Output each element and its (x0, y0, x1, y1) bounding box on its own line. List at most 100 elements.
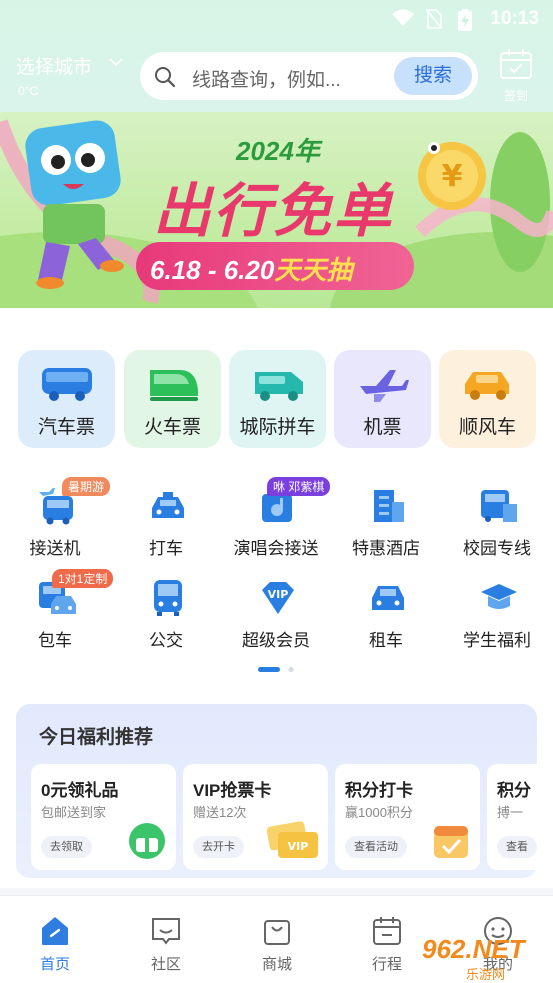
service-train-ticket[interactable]: 火车票 (124, 350, 221, 448)
welfare-card[interactable]: VIP抢票卡 赠送12次 去开卡 VIP (183, 764, 328, 870)
battery-charging-icon (458, 9, 472, 31)
daily-welfare-section: 今日福利推荐 0元领礼品 包邮送到家 去领取 VIP抢票卡 赠送12次 去开卡 … (16, 704, 537, 878)
checkin-label: 签到 (503, 89, 528, 103)
taxi-icon (152, 492, 184, 518)
van-icon (255, 372, 303, 401)
site-watermark: 962.NET 乐游网 (418, 932, 550, 982)
service-label: 公交 (149, 631, 183, 650)
card-subtitle: 包邮送到家 (41, 805, 107, 820)
card-button[interactable]: 去开卡 (193, 836, 244, 858)
service-label: 包车 (38, 631, 72, 650)
gift-icon (129, 823, 165, 859)
card-title: 积分 (497, 781, 531, 800)
service-label: 机票 (363, 417, 402, 438)
train-icon (150, 370, 198, 401)
calendar-check-icon (434, 826, 468, 858)
promo-banner[interactable]: ¥ 2024年 出行免单 6.18 - 6.20天天抽 (0, 112, 553, 308)
card-title: VIP抢票卡 (193, 781, 272, 800)
service-label: 校园专线 (463, 539, 531, 558)
search-input[interactable]: 线路查询，例如... (192, 65, 341, 92)
service-label: 顺风车 (458, 417, 516, 438)
status-bar: 10:13 (0, 0, 553, 36)
search-bar[interactable]: 线路查询，例如... 搜索 (140, 52, 478, 100)
home-icon (42, 917, 68, 945)
top-header: 10:13 选择城市 0°C 线路查询，例如... 搜索 签到 (0, 0, 553, 112)
service-label: 城际拼车 (239, 417, 316, 438)
service-bus-ticket[interactable]: 汽车票 (18, 350, 115, 448)
welfare-card[interactable]: 0元领礼品 包邮送到家 去领取 (31, 764, 176, 870)
shop-bag-icon (264, 920, 290, 945)
search-button[interactable]: 搜索 (394, 57, 472, 95)
calendar-icon (373, 917, 401, 945)
checkin-button[interactable]: 签到 (496, 48, 536, 104)
service-label: 学生福利 (463, 631, 531, 650)
tab-label: 商城 (261, 956, 292, 973)
promo-badge: 咻 邓紫棋 (267, 477, 331, 496)
tab-shop[interactable]: 商城 (242, 914, 312, 974)
banner-headline: 出行免单 (153, 179, 394, 244)
service-flight[interactable]: 机票 (334, 350, 431, 448)
banner-date-pill: 6.18 - 6.20天天抽 (136, 242, 414, 290)
card-button[interactable]: 查看 (497, 836, 537, 858)
main-content: 汽车票 火车票 城际拼车 机票 顺风车 暑期游 接送机 打车 咻 邓紫棋 演唱会… (0, 308, 553, 888)
svg-text:VIP: VIP (268, 588, 289, 601)
bus-icon (42, 368, 92, 401)
no-sim-icon (426, 9, 442, 29)
card-button[interactable]: 去领取 (41, 836, 92, 858)
primary-services: 汽车票 火车票 城际拼车 机票 顺风车 (18, 350, 538, 448)
rental-car-icon (372, 586, 404, 610)
card-title: 积分打卡 (345, 781, 413, 800)
service-intercity-carpool[interactable]: 城际拼车 (229, 350, 326, 448)
banner-dates: 6.18 - 6.20天天抽 (150, 255, 353, 285)
tab-home[interactable]: 首页 (20, 914, 90, 974)
svg-text:¥: ¥ (442, 159, 463, 194)
service-label: 演唱会接送 (233, 539, 319, 558)
gold-coin-icon: ¥ (418, 142, 486, 210)
service-label: 租车 (369, 631, 403, 650)
city-bus-icon (154, 580, 182, 616)
service-label: 超级会员 (242, 631, 310, 650)
vip-icon: VIP (262, 582, 294, 614)
service-label: 接送机 (29, 539, 81, 558)
banner-year: 2024年 (236, 136, 320, 166)
status-time: 10:13 (490, 8, 539, 29)
tab-community[interactable]: 社区 (131, 914, 201, 974)
card-subtitle: 赠送12次 (193, 805, 247, 820)
campus-bus-icon (481, 490, 517, 522)
community-icon (152, 918, 180, 945)
promo-badge: 1对1定制 (52, 569, 114, 588)
card-subtitle: 搏一 (497, 805, 524, 820)
welfare-card[interactable]: 积分 搏一 查看 (487, 764, 537, 870)
car-icon (465, 372, 509, 400)
search-icon (155, 67, 176, 88)
tab-trips[interactable]: 行程 (352, 914, 422, 974)
tab-label: 首页 (39, 956, 70, 973)
service-label: 汽车票 (37, 417, 95, 438)
vip-card-icon: VIP (266, 821, 318, 858)
watermark-text: 962.NET (422, 934, 525, 964)
svg-text:VIP: VIP (288, 840, 309, 853)
service-rideshare[interactable]: 顺风车 (439, 350, 536, 448)
welfare-card[interactable]: 积分打卡 赢1000积分 查看活动 (335, 764, 480, 870)
plane-icon (360, 370, 409, 402)
promo-badge: 暑期游 (62, 477, 111, 496)
tab-label: 社区 (150, 956, 181, 973)
hotel-icon (374, 490, 404, 522)
city-selector[interactable]: 选择城市 (16, 52, 92, 79)
chevron-down-icon[interactable] (108, 55, 124, 69)
section-title: 今日福利推荐 (39, 727, 154, 748)
service-label: 打车 (149, 539, 183, 558)
service-label: 特惠酒店 (352, 539, 420, 558)
temperature: 0°C (18, 84, 39, 98)
service-label: 火车票 (143, 417, 201, 438)
card-button[interactable]: 查看活动 (345, 836, 407, 858)
graduation-cap-icon (481, 584, 517, 609)
card-title: 0元领礼品 (41, 781, 119, 800)
page-indicator (258, 667, 294, 672)
calendar-check-icon (500, 49, 532, 79)
tab-label: 行程 (371, 956, 402, 973)
watermark-subtext: 乐游网 (466, 967, 506, 982)
wifi-icon (392, 9, 414, 26)
mascot-illustration (25, 120, 124, 289)
card-subtitle: 赢1000积分 (345, 805, 413, 820)
